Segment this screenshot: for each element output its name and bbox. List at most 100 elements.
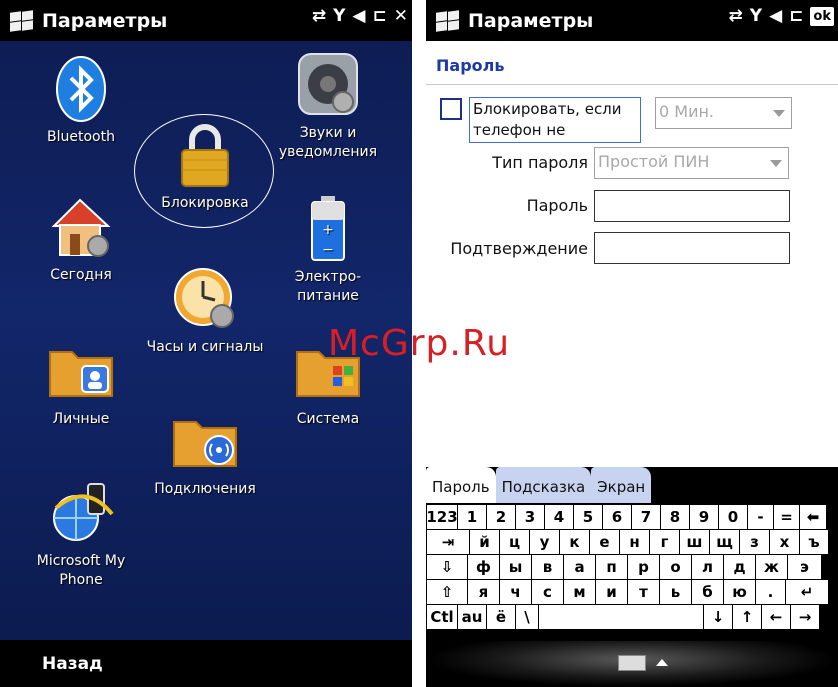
keyboard-key[interactable]: е [590, 530, 619, 554]
tab-hint[interactable]: Подсказка [495, 467, 592, 503]
keyboard-row: ⇥ й ц у к е н г ш щ з х ъ [427, 530, 837, 554]
keyboard-key[interactable]: 1 [458, 505, 486, 529]
close-icon[interactable]: ✕ [394, 6, 408, 26]
keyboard-key[interactable]: au [458, 605, 486, 629]
keyboard-key[interactable]: с [532, 580, 563, 604]
status-icons: ⇄ Y ◀ ⊏ ✕ [312, 6, 408, 26]
keyboard-icon[interactable] [618, 655, 646, 671]
space-key[interactable] [539, 605, 703, 629]
keyboard-key[interactable]: ⇥ [427, 530, 469, 554]
keyboard-key[interactable]: ё [487, 605, 515, 629]
windows-start-icon[interactable] [434, 9, 464, 32]
keyboard-row: ⇩ ф ы в а п р о л д ж э [427, 555, 837, 579]
keyboard-key[interactable]: и [596, 580, 627, 604]
password-label: Пароль [526, 196, 588, 215]
keyboard-key[interactable]: \ [516, 605, 538, 629]
keyboard-key[interactable]: я [468, 580, 499, 604]
keyboard-key[interactable]: э [788, 555, 821, 579]
keyboard-key[interactable]: 8 [661, 505, 689, 529]
ok-button[interactable]: ok [810, 6, 834, 26]
password-type-select[interactable]: Простой ПИН [594, 147, 789, 179]
lock-checkbox[interactable] [440, 98, 462, 120]
chevron-down-icon [773, 110, 785, 117]
keyboard-key[interactable]: 6 [603, 505, 631, 529]
keyboard-key[interactable]: 4 [545, 505, 573, 529]
keyboard-key[interactable]: щ [710, 530, 739, 554]
battery-status-icon: ⊏ [372, 6, 387, 26]
keyboard-key[interactable]: з [740, 530, 769, 554]
keyboard-key[interactable]: = [774, 505, 799, 529]
input-menu-arrow-icon[interactable] [656, 659, 668, 666]
keyboard-key[interactable]: ⇩ [427, 555, 467, 579]
keyboard-key[interactable]: х [770, 530, 799, 554]
keyboard-key[interactable]: ъ [800, 530, 828, 554]
keyboard-key[interactable]: Ctl [427, 605, 457, 629]
keyboard-key[interactable]: в [532, 555, 563, 579]
keyboard-key[interactable]: ю [724, 580, 755, 604]
keyboard-key[interactable]: ← [762, 605, 790, 629]
battery-icon: + − [293, 194, 363, 264]
keyboard-key[interactable]: 0 [719, 505, 747, 529]
keyboard-key[interactable]: ы [500, 555, 531, 579]
keyboard-key[interactable]: б [692, 580, 723, 604]
soft-input-panel: Пароль Подсказка Экран 123 1 2 3 4 5 6 7 8 9 0- = ⬅ ⇥… [426, 467, 838, 687]
house-icon [46, 192, 116, 262]
keyboard-key[interactable]: м [564, 580, 595, 604]
lock-minutes-select[interactable]: 0 Мин. [655, 97, 792, 129]
keyboard-key[interactable]: у [530, 530, 559, 554]
keyboard-key[interactable]: ↑ [733, 605, 761, 629]
keyboard-key[interactable]: 3 [516, 505, 544, 529]
volume-icon[interactable]: ◀ [769, 6, 782, 26]
keyboard-key[interactable]: д [724, 555, 755, 579]
keyboard-key[interactable]: ж [756, 555, 787, 579]
title-bar: Параметры ⇄ Y ◀ ⊏ ok [426, 0, 838, 41]
confirm-label: Подтверждение [450, 239, 588, 258]
speaker-icon [293, 50, 363, 120]
data-connection-icon: ⇄ [728, 6, 743, 26]
keyboard-key[interactable]: й [470, 530, 499, 554]
keyboard-key[interactable]: т [628, 580, 659, 604]
keyboard-key[interactable]: 7 [632, 505, 660, 529]
keyboard-key[interactable]: ш [680, 530, 709, 554]
keyboard-key[interactable]: а [564, 555, 595, 579]
keyboard-key[interactable]: 5 [574, 505, 602, 529]
keyboard-key[interactable]: п [596, 555, 627, 579]
password-input[interactable] [594, 190, 790, 222]
section-title: Пароль [436, 56, 505, 75]
keyboard-key[interactable]: р [628, 555, 659, 579]
keyboard-key[interactable]: ц [500, 530, 529, 554]
padlock-icon [170, 120, 240, 190]
tab-screen[interactable]: Экран [591, 467, 652, 503]
keyboard-key[interactable]: - [748, 505, 773, 529]
window-title: Параметры [42, 9, 168, 32]
keyboard-key[interactable]: ↓ [704, 605, 732, 629]
lock-checkbox-label[interactable]: Блокировать, если телефон не [469, 97, 641, 143]
signal-strength-icon: Y [749, 6, 763, 26]
volume-icon[interactable]: ◀ [352, 6, 365, 26]
confirm-input[interactable] [594, 232, 790, 264]
keyboard-key[interactable]: 123 [426, 505, 458, 529]
keyboard-key[interactable]: 9 [690, 505, 718, 529]
keyboard-key[interactable]: → [791, 605, 819, 629]
tab-password[interactable]: Пароль [426, 467, 496, 503]
keyboard-key[interactable]: ↵ [786, 580, 828, 604]
back-softkey[interactable]: Назад [0, 640, 412, 687]
keyboard-key[interactable]: ⇧ [427, 580, 467, 604]
tab-strip: Пароль Подсказка Экран [426, 467, 838, 503]
keyboard-key[interactable]: ⬅ [800, 505, 826, 529]
keyboard-key[interactable]: 2 [487, 505, 515, 529]
app-my-phone[interactable]: Microsoft My Phone [6, 478, 156, 590]
windows-start-icon[interactable] [8, 9, 38, 32]
keyboard-key[interactable]: л [692, 555, 723, 579]
keyboard-key[interactable]: ф [468, 555, 499, 579]
keyboard-key[interactable]: ч [500, 580, 531, 604]
keyboard-key[interactable]: к [560, 530, 589, 554]
keyboard-key[interactable]: ь [660, 580, 691, 604]
watermark: McGrp.Ru [328, 323, 511, 364]
keyboard-key[interactable]: н [620, 530, 649, 554]
keyboard-key[interactable]: г [650, 530, 679, 554]
svg-text:−: − [322, 242, 334, 258]
keyboard-key[interactable]: . [756, 580, 785, 604]
keyboard-key[interactable]: о [660, 555, 691, 579]
title-bar: Параметры ⇄ Y ◀ ⊏ ✕ [0, 0, 412, 41]
